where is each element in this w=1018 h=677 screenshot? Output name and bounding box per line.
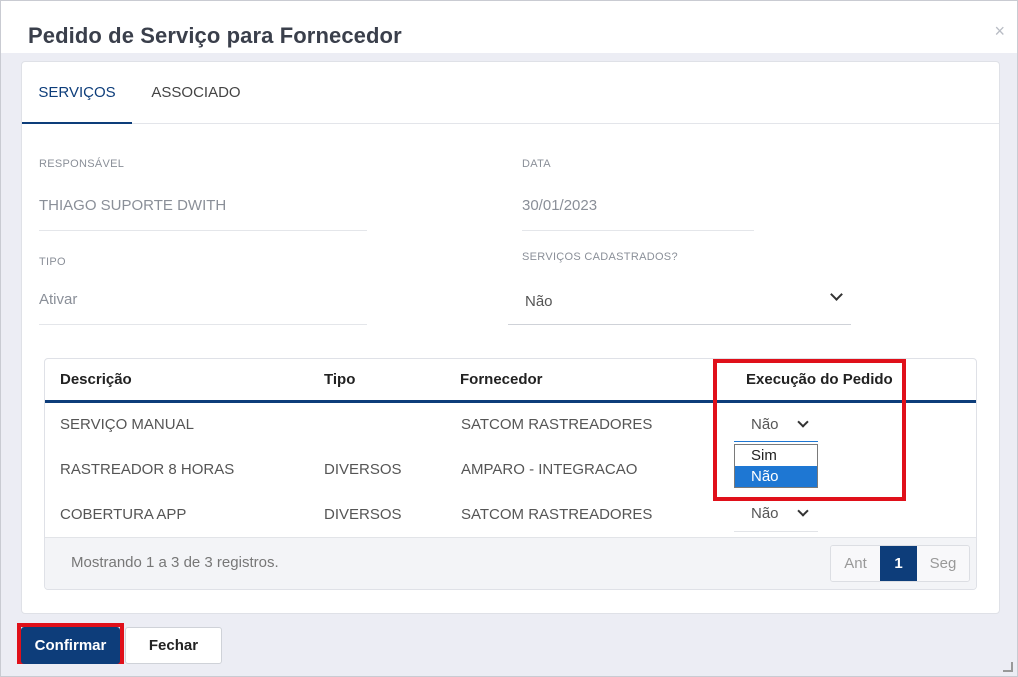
responsavel-underline [39, 230, 367, 231]
tipo-underline [39, 324, 367, 325]
highlight-execucao-column [713, 359, 906, 501]
data-label: DATA [522, 158, 551, 170]
close-button[interactable]: Fechar [125, 627, 222, 664]
tab-bar: SERVIÇOS ASSOCIADO [22, 62, 999, 124]
column-header-descricao: Descrição [60, 371, 132, 388]
column-header-tipo: Tipo [324, 371, 356, 388]
modal: Pedido de Serviço para Fornecedor × SERV… [0, 0, 1018, 677]
chevron-down-icon[interactable] [797, 505, 809, 517]
row2-fornecedor: AMPARO - INTEGRACAO [461, 461, 638, 478]
servicos-cadastrados-underline [508, 324, 851, 325]
row2-descricao: RASTREADOR 8 HORAS [60, 461, 235, 478]
row1-fornecedor: SATCOM RASTREADORES [461, 416, 653, 433]
data-underline [522, 230, 754, 231]
pagination-page-1[interactable]: 1 [880, 546, 917, 581]
row3-fornecedor: SATCOM RASTREADORES [461, 506, 653, 523]
pagination-next[interactable]: Seg [917, 546, 969, 581]
resize-handle-icon[interactable] [1003, 662, 1013, 672]
confirm-button[interactable]: Confirmar [21, 627, 120, 664]
pagination: Ant 1 Seg [830, 545, 970, 582]
data-value: 30/01/2023 [522, 197, 598, 214]
pagination-prev[interactable]: Ant [831, 546, 880, 581]
row3-descricao: COBERTURA APP [60, 506, 187, 523]
responsavel-value: THIAGO SUPORTE DWITH [39, 197, 227, 214]
chevron-down-icon[interactable] [830, 288, 843, 301]
tab-servicos[interactable]: SERVIÇOS [22, 62, 132, 124]
servicos-cadastrados-label: SERVIÇOS CADASTRADOS? [522, 251, 678, 263]
responsavel-label: RESPONSÁVEL [39, 158, 125, 170]
tipo-value: Ativar [39, 291, 78, 308]
row2-tipo: DIVERSOS [324, 461, 402, 478]
row3-select-underline [734, 531, 818, 532]
column-header-fornecedor: Fornecedor [460, 371, 543, 388]
close-icon[interactable]: × [994, 21, 1005, 42]
modal-title: Pedido de Serviço para Fornecedor [28, 23, 402, 48]
row3-execucao-select[interactable]: Não [751, 505, 779, 522]
servicos-cadastrados-select[interactable]: Não [525, 293, 553, 310]
table-footer: Mostrando 1 a 3 de 3 registros. Ant 1 Se… [45, 537, 976, 589]
row1-descricao: SERVIÇO MANUAL [60, 416, 194, 433]
content-card: SERVIÇOS ASSOCIADO RESPONSÁVEL THIAGO SU… [21, 61, 1000, 614]
modal-header: Pedido de Serviço para Fornecedor × [1, 1, 1017, 53]
tipo-label: TIPO [39, 256, 66, 268]
records-info: Mostrando 1 a 3 de 3 registros. [71, 554, 279, 571]
tab-associado[interactable]: ASSOCIADO [142, 62, 250, 124]
row3-tipo: DIVERSOS [324, 506, 402, 523]
